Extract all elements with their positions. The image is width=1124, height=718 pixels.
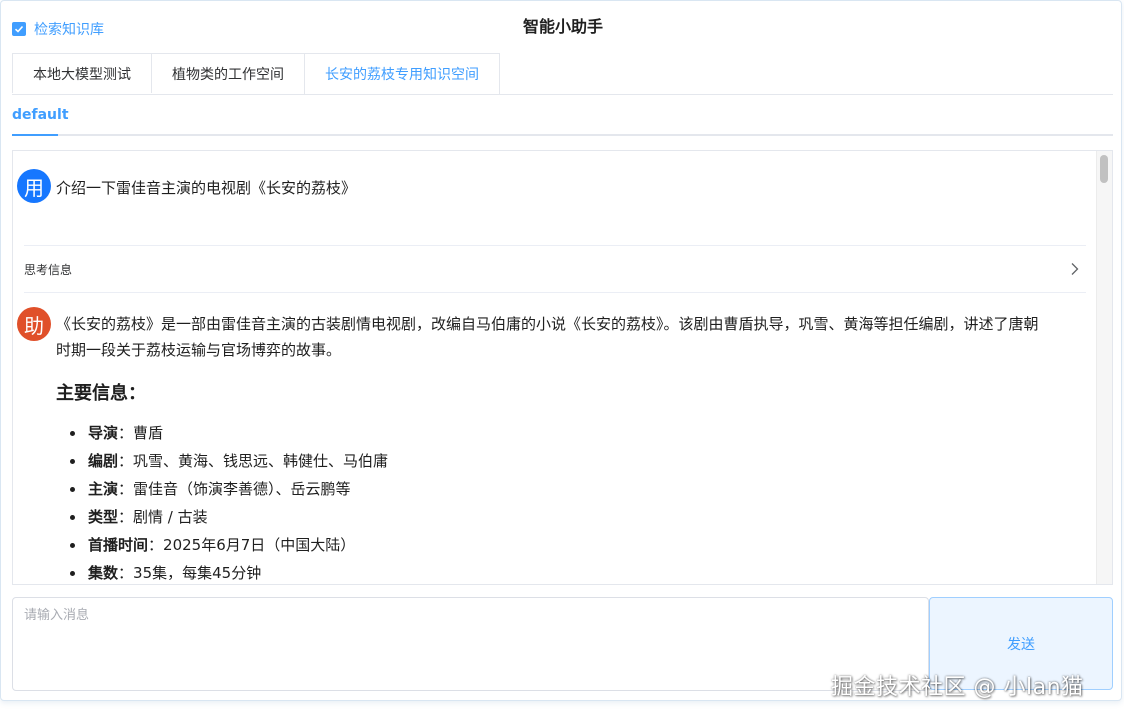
tab-plant-workspace[interactable]: 植物类的工作空间: [151, 53, 305, 93]
watermark: 掘金技术社区 @ 小lan猫: [831, 675, 1084, 700]
active-tab-indicator: [12, 134, 58, 136]
list-item: 类型：剧情 / 古装: [70, 503, 1056, 531]
list-item: 首播时间：2025年6月7日（中国大陆）: [70, 531, 1056, 559]
workspace-tabs: 本地大模型测试 植物类的工作空间 长安的荔枝专用知识空间: [12, 53, 1113, 95]
app-title: 智能小助手: [522, 17, 603, 36]
assistant-avatar: 助: [17, 307, 51, 341]
user-message: 介绍一下雷佳音主演的电视剧《长安的荔枝》: [56, 179, 357, 197]
scrollbar-thumb[interactable]: [1100, 155, 1108, 183]
thinking-info-label: 思考信息: [24, 263, 73, 277]
sub-tabs: default: [12, 101, 1113, 136]
list-item: 集数：35集，每集45分钟: [70, 559, 1056, 584]
assistant-intro: 《长安的荔枝》是一部由雷佳音主演的古装剧情电视剧，改编自马伯庸的小说《长安的荔枝…: [56, 315, 1039, 359]
user-avatar: 用: [17, 169, 51, 203]
tab-default[interactable]: default: [12, 107, 69, 123]
assistant-message: 《长安的荔枝》是一部由雷佳音主演的古装剧情电视剧，改编自马伯庸的小说《长安的荔枝…: [56, 311, 1056, 584]
tab-local-llm-test[interactable]: 本地大模型测试: [12, 53, 152, 93]
list-item: 编剧：巩雪、黄海、钱思远、韩健仕、马伯庸: [70, 447, 1056, 475]
chat-scrollbar[interactable]: [1096, 151, 1112, 584]
list-item: 主演：雷佳音（饰演李善德）、岳云鹏等: [70, 475, 1056, 503]
main-info-list: 导演：曹盾 编剧：巩雪、黄海、钱思远、韩健仕、马伯庸 主演：雷佳音（饰演李善德）…: [56, 419, 1056, 584]
list-item: 导演：曹盾: [70, 419, 1056, 447]
app-window: 检索知识库 智能小助手 本地大模型测试 植物类的工作空间 长安的荔枝专用知识空间…: [0, 0, 1122, 701]
thinking-info-collapse[interactable]: 思考信息: [24, 245, 1086, 293]
message-input[interactable]: [12, 597, 929, 691]
main-info-heading: 主要信息：: [56, 383, 146, 404]
chevron-right-icon[interactable]: [1070, 261, 1080, 280]
tab-lychee-knowledge-space[interactable]: 长安的荔枝专用知识空间: [304, 53, 500, 94]
chat-panel[interactable]: 用 介绍一下雷佳音主演的电视剧《长安的荔枝》 思考信息 助 《长安的荔枝》是一部…: [12, 150, 1113, 585]
